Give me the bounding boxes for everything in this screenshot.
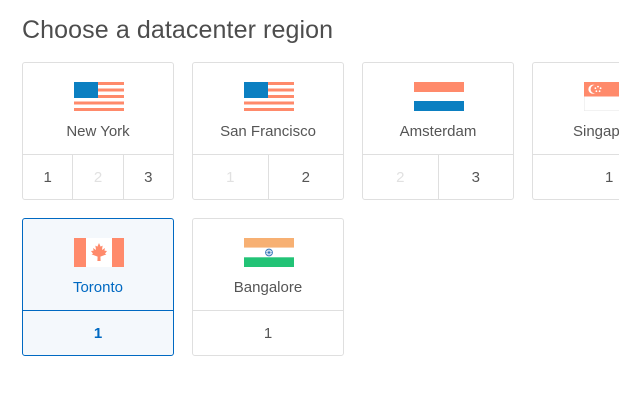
datacenter-option-1[interactable]: 1	[23, 155, 72, 199]
datacenter-option-2: 2	[396, 168, 405, 186]
singapore-flag-icon	[584, 82, 619, 111]
datacenter-option-1: 1	[226, 168, 235, 186]
page-title: Choose a datacenter region	[22, 16, 334, 44]
datacenter-option-1[interactable]: 1	[23, 311, 173, 355]
datacenter-options: 1	[23, 310, 173, 355]
region-name: Amsterdam	[399, 123, 477, 140]
datacenter-option-1[interactable]: 1	[193, 311, 343, 355]
region-name: New York	[66, 123, 130, 140]
canada-flag-icon	[74, 238, 124, 267]
datacenter-option-3[interactable]: 3	[437, 155, 514, 199]
us-flag-icon	[74, 82, 124, 111]
region-card-singapore[interactable]: Singapore 1	[532, 62, 619, 200]
us-flag-icon	[244, 82, 294, 111]
datacenter-options: 1 2 3	[23, 154, 173, 199]
datacenter-option-1[interactable]: 1	[533, 155, 619, 199]
datacenter-option-2: 2	[72, 155, 122, 199]
datacenter-options: 2 3	[363, 154, 513, 199]
datacenter-options: 1	[533, 154, 619, 199]
region-name: San Francisco	[220, 123, 316, 140]
region-name: Toronto	[72, 279, 124, 296]
region-name: Singapore	[573, 123, 619, 140]
datacenter-options: 1 2	[193, 154, 343, 199]
netherlands-flag-icon	[414, 82, 464, 111]
datacenter-options: 1	[193, 310, 343, 355]
region-name: Bangalore	[233, 279, 303, 296]
region-card-amsterdam[interactable]: Amsterdam 2 3	[362, 62, 514, 200]
datacenter-option-2[interactable]: 2	[267, 155, 344, 199]
region-card-new-york[interactable]: New York 1 2 3	[22, 62, 174, 200]
region-card-toronto[interactable]: Toronto 1	[22, 218, 174, 356]
region-card-san-francisco[interactable]: San Francisco 1 2	[192, 62, 344, 200]
datacenter-option-3[interactable]: 3	[122, 155, 173, 199]
india-flag-icon	[244, 238, 294, 267]
region-card-bangalore[interactable]: Bangalore 1	[192, 218, 344, 356]
